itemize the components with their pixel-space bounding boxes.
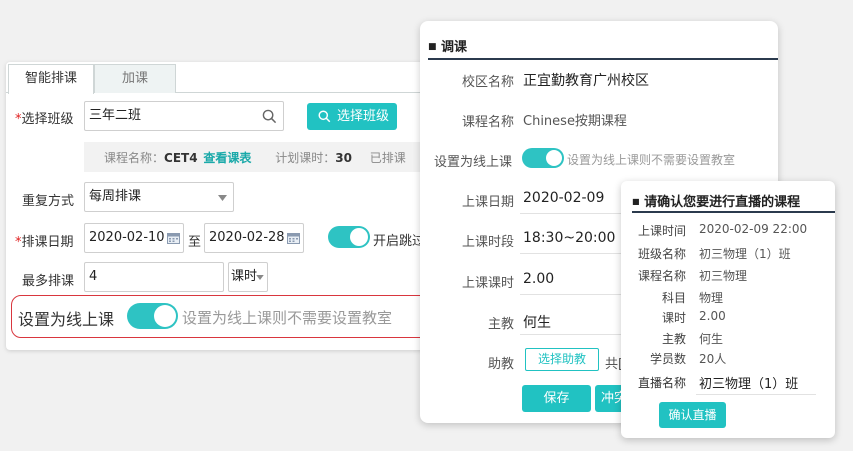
row-label: 课时 bbox=[661, 311, 686, 325]
row-value: 初三物理（1）班 bbox=[699, 247, 791, 261]
chevron-down-icon bbox=[256, 275, 264, 280]
row-label: 班级名称 bbox=[637, 247, 686, 261]
max-unit-value: 课时 bbox=[231, 269, 258, 284]
calendar-icon[interactable] bbox=[287, 232, 300, 244]
max-label: 最多排课 bbox=[22, 274, 75, 289]
row-label: 课程名称 bbox=[637, 269, 686, 283]
course-info: 课程名称：CET4 查看课表 计划课时：30 已排课 bbox=[104, 151, 406, 165]
search-icon bbox=[318, 110, 331, 123]
online-hint: 设置为线上课则不需要设置教室 bbox=[567, 153, 736, 167]
online-toggle[interactable] bbox=[522, 148, 564, 168]
hours-value[interactable]: 2.00 bbox=[523, 271, 554, 287]
date-label: *排课日期 bbox=[15, 235, 74, 250]
online-course-label: 设置为线上课 bbox=[18, 310, 115, 329]
date-end-input[interactable]: 2020-02-28 bbox=[204, 223, 304, 253]
course-value: Chinese按期课程 bbox=[523, 114, 627, 129]
row-label: 学员数 bbox=[649, 352, 686, 366]
row-value: 何生 bbox=[699, 332, 724, 346]
teacher-value[interactable]: 何生 bbox=[523, 312, 551, 332]
title-divider bbox=[428, 58, 778, 60]
live-name-label: 直播名称 bbox=[637, 376, 686, 390]
tab-smart-schedule[interactable]: 智能排课 bbox=[8, 64, 94, 94]
select-class-label: *选择班级 bbox=[15, 112, 74, 127]
online-course-toggle[interactable] bbox=[127, 303, 178, 329]
tab-bar: 智能排课 加课 bbox=[6, 62, 436, 94]
live-name-underline bbox=[696, 394, 816, 395]
assistant-label: 助教 bbox=[487, 357, 514, 372]
date-start-value: 2020-02-10 bbox=[89, 230, 165, 245]
max-input-value: 4 bbox=[89, 269, 98, 284]
save-button[interactable]: 保存 bbox=[522, 385, 591, 412]
schedule-panel: 智能排课 加课 *选择班级 三年二班 选择班级 课程名称：CET4 查看课表 计… bbox=[6, 62, 436, 350]
row-value: 20人 bbox=[699, 352, 727, 366]
repeat-label: 重复方式 bbox=[22, 194, 75, 209]
row-value: 物理 bbox=[699, 291, 724, 305]
select-assistant-button[interactable]: 选择助教 bbox=[525, 348, 599, 371]
max-input[interactable]: 4 bbox=[84, 262, 224, 292]
repeat-select[interactable]: 每周排课 bbox=[84, 182, 234, 212]
class-input-value: 三年二班 bbox=[89, 108, 142, 123]
teacher-label: 主教 bbox=[487, 317, 514, 332]
chevron-down-icon bbox=[218, 195, 227, 201]
course-label: 课程名称 bbox=[461, 115, 514, 130]
online-label: 设置为线上课 bbox=[434, 155, 513, 170]
row-label: 上课时间 bbox=[637, 224, 686, 238]
repeat-select-value: 每周排课 bbox=[89, 189, 142, 204]
teacher-underline bbox=[520, 334, 630, 335]
campus-value: 正宜勤教育广州校区 bbox=[523, 73, 649, 89]
planned-hours: 30 bbox=[335, 151, 352, 165]
time-label: 上课时段 bbox=[461, 235, 514, 250]
date-separator: 至 bbox=[188, 235, 202, 250]
time-underline bbox=[520, 253, 630, 254]
row-label: 主教 bbox=[661, 332, 686, 346]
row-label: 科目 bbox=[661, 291, 686, 305]
date-start-input[interactable]: 2020-02-10 bbox=[84, 223, 184, 253]
time-value[interactable]: 18:30~20:00 bbox=[523, 230, 615, 246]
online-course-hint: 设置为线上课则不需要设置教室 bbox=[182, 309, 393, 327]
search-icon[interactable] bbox=[262, 109, 277, 124]
course-name: CET4 bbox=[164, 151, 198, 165]
skip-toggle[interactable] bbox=[328, 226, 370, 248]
tab-add-class[interactable]: 加课 bbox=[94, 64, 176, 93]
confirm-live-title: ■ 请确认您要进行直播的课程 bbox=[632, 195, 801, 210]
skip-label: 开启跳过 bbox=[373, 234, 426, 249]
class-input[interactable]: 三年二班 bbox=[84, 101, 284, 131]
row-value: 初三物理 bbox=[699, 269, 748, 283]
hours-underline bbox=[520, 294, 630, 295]
date-end-value: 2020-02-28 bbox=[209, 230, 285, 245]
date-value[interactable]: 2020-02-09 bbox=[523, 190, 604, 206]
title-divider bbox=[632, 211, 835, 213]
calendar-icon[interactable] bbox=[167, 232, 180, 244]
date-label: 上课日期 bbox=[461, 195, 514, 210]
campus-label: 校区名称 bbox=[461, 75, 514, 90]
row-value: 2.00 bbox=[699, 309, 726, 323]
select-class-button-label: 选择班级 bbox=[336, 109, 389, 124]
hours-label: 上课课时 bbox=[461, 276, 514, 291]
max-unit-select[interactable]: 课时 bbox=[228, 262, 268, 292]
select-class-button[interactable]: 选择班级 bbox=[307, 103, 397, 130]
date-underline bbox=[520, 213, 630, 214]
confirm-live-button[interactable]: 确认直播 bbox=[659, 402, 726, 428]
adjust-class-title: ■ 调课 bbox=[428, 40, 468, 55]
confirm-live-panel: ■ 请确认您要进行直播的课程 上课时间 2020-02-09 22:00 班级名… bbox=[621, 181, 835, 438]
live-name-input[interactable]: 初三物理（1）班 bbox=[699, 373, 798, 392]
view-schedule-link[interactable]: 查看课表 bbox=[203, 151, 251, 165]
row-value: 2020-02-09 22:00 bbox=[699, 222, 808, 236]
scheduled-label: 已排课 bbox=[369, 151, 406, 165]
